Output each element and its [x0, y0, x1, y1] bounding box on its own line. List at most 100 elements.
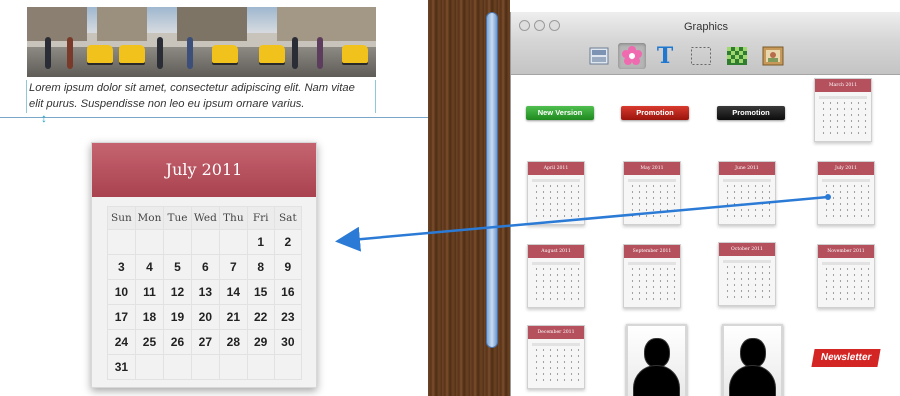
calendar-day-cell[interactable]: 6 [190, 254, 220, 280]
calendar-day-cell [273, 354, 303, 380]
mini-calendar[interactable]: November 2011 [817, 244, 875, 308]
calendar-grid: Sun Mon Tue Wed Thu Fri Sat 1 2 3 4 5 6 7 8 9 10 11 12 13 1… [107, 206, 303, 380]
selection-rectangle-icon[interactable] [687, 43, 715, 69]
calendar-day-cell[interactable]: 21 [218, 304, 248, 330]
calendar-day-cell[interactable]: 9 [273, 254, 303, 280]
calendar-day-cell[interactable]: 27 [190, 329, 220, 355]
calendar-day-cell[interactable]: 3 [107, 254, 136, 280]
portrait-silhouette-icon[interactable] [626, 324, 687, 396]
calendar-day-cell[interactable]: 24 [107, 329, 136, 355]
weekday-header: Mon [134, 206, 165, 230]
calendar-day-cell[interactable]: 26 [163, 329, 192, 355]
calendar-day-cell[interactable]: 1 [246, 229, 275, 255]
promotion-red-button-graphic[interactable]: Promotion [621, 106, 689, 120]
mini-calendar-title: October 2011 [719, 243, 775, 256]
calendar-day-cell[interactable]: 13 [190, 279, 220, 305]
calendar-day-cell[interactable]: 10 [107, 279, 136, 305]
paragraph-line-2: elit purus. Suspendisse non leo eu ipsum… [29, 97, 305, 110]
calendar-day-cell[interactable]: 29 [246, 329, 275, 355]
weekday-header: Sun [107, 206, 136, 230]
calendar-day-cell[interactable]: 5 [163, 254, 192, 280]
mini-calendar[interactable]: May 2011 [623, 161, 681, 225]
weekday-header: Sat [273, 206, 303, 230]
promotion-black-button-graphic[interactable]: Promotion [717, 106, 785, 120]
calendar-day-cell[interactable]: 8 [246, 254, 275, 280]
calendar-widget[interactable]: July 2011 Sun Mon Tue Wed Thu Fri Sat 12345678… [91, 142, 317, 388]
street-photo[interactable] [27, 7, 376, 77]
calendar-day-cell[interactable]: 17 [107, 304, 136, 330]
calendar-day-cell[interactable]: 16 [273, 279, 303, 305]
calendar-day-cell[interactable]: 14 [218, 279, 248, 305]
calendar-day-cell[interactable]: 28 [218, 329, 248, 355]
calendar-day-cell[interactable]: 30 [273, 329, 303, 355]
mini-calendar[interactable]: December 2011 [527, 325, 585, 389]
calendar-day-cell [107, 229, 136, 255]
newsletter-banner-graphic[interactable]: Newsletter [811, 349, 881, 367]
calendar-week-row: 12 [107, 229, 303, 255]
resize-handle-icon[interactable]: ↕ [41, 112, 47, 124]
portrait-silhouette-icon[interactable] [722, 324, 783, 396]
calendar-week-row: 3456789 [107, 254, 303, 280]
calendar-day-cell[interactable]: 22 [246, 304, 275, 330]
weekday-header: Tue [163, 206, 192, 230]
scrollbar[interactable] [486, 12, 498, 348]
mini-calendar-title: March 2011 [815, 79, 871, 92]
calendar-week-row: 24 25 26 27 28 29 30 [107, 329, 303, 355]
mini-calendar[interactable]: July 2011 [817, 161, 875, 225]
calendar-day-cell [218, 229, 248, 255]
text-box[interactable]: Lorem ipsum dolor sit amet, consectetur … [26, 80, 376, 113]
calendar-day-cell [134, 354, 165, 380]
calendar-day-cell[interactable]: 25 [134, 329, 165, 355]
layout-icon[interactable] [585, 43, 613, 69]
calendar-day-cell[interactable]: 20 [190, 304, 220, 330]
weekday-header: Thu [218, 206, 248, 230]
graphics-palette: New Version Promotion Promotion March 20… [511, 75, 900, 396]
mini-calendar-title: September 2011 [624, 245, 680, 258]
mini-calendar[interactable]: June 2011 [718, 161, 776, 225]
picture-frame-icon[interactable] [759, 43, 787, 69]
calendar-day-cell [163, 354, 192, 380]
flower-icon[interactable] [618, 43, 646, 69]
mini-calendar-title: May 2011 [624, 162, 680, 175]
text-t-icon[interactable]: T [651, 43, 679, 69]
graphics-window: Graphics T New Version Promotion Promoti… [510, 12, 900, 396]
mini-calendar-title: August 2011 [528, 245, 584, 258]
calendar-day-cell [246, 354, 275, 380]
calendar-day-cell[interactable]: 12 [163, 279, 192, 305]
calendar-day-cell[interactable]: 18 [134, 304, 165, 330]
mini-calendar[interactable]: April 2011 [527, 161, 585, 225]
paragraph-line-1: Lorem ipsum dolor sit amet, consectetur … [29, 82, 355, 94]
calendar-week-row: 10 11 12 13 14 15 16 [107, 279, 303, 305]
calendar-day-cell[interactable]: 2 [273, 229, 303, 255]
calendar-week-row: 31 [107, 354, 303, 380]
calendar-day-cell [134, 229, 165, 255]
document-page: Lorem ipsum dolor sit amet, consectetur … [0, 0, 428, 396]
window-title: Graphics [683, 21, 729, 33]
calendar-day-cell[interactable]: 31 [107, 354, 136, 380]
calendar-day-cell[interactable]: 15 [246, 279, 275, 305]
checker-pattern-icon[interactable] [723, 43, 751, 69]
guide-line [0, 117, 428, 118]
calendar-day-cell [190, 229, 220, 255]
mini-calendar[interactable]: August 2011 [527, 244, 585, 308]
calendar-day-cell[interactable]: 7 [218, 254, 248, 280]
title-bar[interactable]: Graphics [511, 12, 900, 40]
calendar-day-cell [218, 354, 248, 380]
mini-calendar-title: November 2011 [818, 245, 874, 258]
calendar-day-cell [163, 229, 192, 255]
calendar-title: July 2011 [92, 143, 316, 197]
calendar-day-cell[interactable]: 19 [163, 304, 192, 330]
calendar-day-cell[interactable]: 4 [134, 254, 165, 280]
mini-calendar[interactable]: October 2011 [718, 242, 776, 306]
mini-calendar-title: April 2011 [528, 162, 584, 175]
calendar-day-cell[interactable]: 11 [134, 279, 165, 305]
screenshot-canvas: Lorem ipsum dolor sit amet, consectetur … [0, 0, 900, 396]
mini-calendar-title: July 2011 [818, 162, 874, 175]
toolbar: T [511, 40, 900, 75]
mini-calendar[interactable]: March 2011 [814, 78, 872, 142]
mini-calendar-title: June 2011 [719, 162, 775, 175]
weekday-header: Fri [246, 206, 275, 230]
mini-calendar[interactable]: September 2011 [623, 244, 681, 308]
new-version-button-graphic[interactable]: New Version [526, 106, 594, 120]
calendar-day-cell[interactable]: 23 [273, 304, 303, 330]
